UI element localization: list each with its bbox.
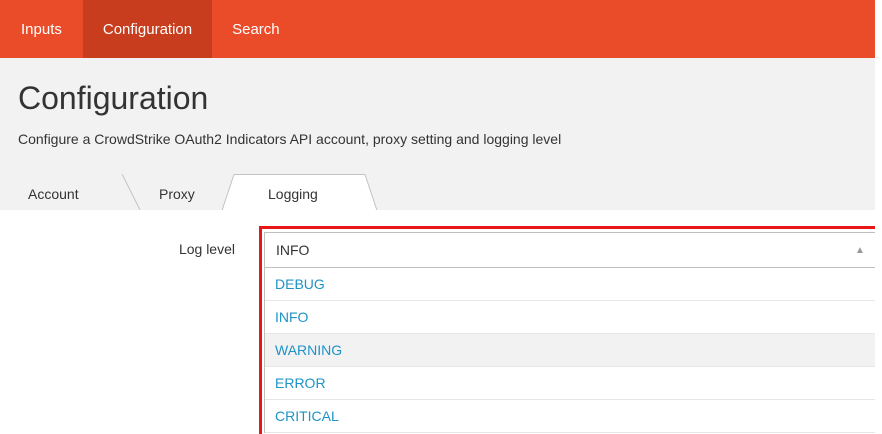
log-level-select[interactable]: INFO ▲ — [264, 232, 875, 268]
tab-logging[interactable]: Logging — [268, 186, 318, 202]
log-level-options: DEBUG INFO WARNING ERROR CRITICAL — [264, 268, 875, 433]
page-title: Configuration — [18, 80, 209, 116]
nav-item-search[interactable]: Search — [212, 0, 300, 58]
option-critical[interactable]: CRITICAL — [265, 400, 875, 433]
option-warning[interactable]: WARNING — [265, 334, 875, 367]
option-debug[interactable]: DEBUG — [265, 268, 875, 301]
log-level-selected-value: INFO — [276, 242, 310, 258]
tab-bar — [0, 174, 875, 210]
nav-item-configuration[interactable]: Configuration — [82, 0, 213, 58]
window-edge — [875, 0, 882, 434]
option-error[interactable]: ERROR — [265, 367, 875, 400]
chevron-up-icon: ▲ — [855, 245, 865, 256]
nav-item-inputs[interactable]: Inputs — [0, 0, 83, 58]
log-level-label: Log level — [178, 241, 235, 257]
page-description: Configure a CrowdStrike OAuth2 Indicator… — [18, 131, 562, 147]
option-info[interactable]: INFO — [265, 301, 875, 334]
tab-account[interactable]: Account — [28, 186, 79, 202]
page-header: Configuration Configure a CrowdStrike OA… — [0, 58, 875, 176]
tab-proxy[interactable]: Proxy — [159, 186, 195, 202]
top-navigation: Inputs Configuration Search — [0, 0, 875, 58]
tab-bar-fill — [365, 174, 875, 210]
